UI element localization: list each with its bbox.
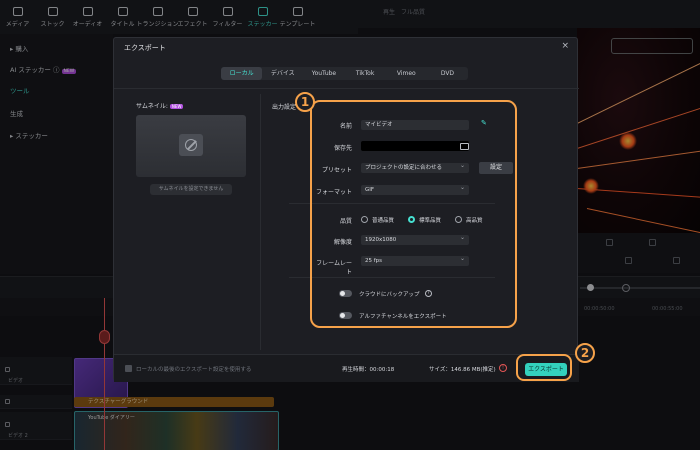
- set-thumbnail-button[interactable]: サムネイルを設定できません: [150, 184, 232, 195]
- tab-2[interactable]: YouTube: [303, 67, 344, 80]
- export-tabs: ローカル デバイス YouTube TikTok Vimeo DVD: [221, 67, 468, 80]
- annotation-highlight-1: [310, 100, 517, 328]
- use-last-settings-checkbox[interactable]: [125, 365, 132, 372]
- tab-5[interactable]: DVD: [427, 67, 468, 80]
- tab-1[interactable]: デバイス: [262, 67, 303, 80]
- annotation-marker-2: 2: [575, 343, 595, 363]
- use-last-settings-label: ローカルの最後のエクスポート設定を使用する: [136, 367, 252, 373]
- new-badge: NEW: [169, 104, 184, 109]
- annotation-marker-1: 1: [295, 92, 315, 112]
- thumbnail-preview: [136, 115, 246, 177]
- disabled-icon: [179, 134, 203, 156]
- warning-icon[interactable]: !: [499, 364, 507, 372]
- output-settings-label: 出力設定: [272, 104, 297, 111]
- dialog-footer: ローカルの最後のエクスポート設定を使用する 再生時間：00:00:18 サイズ：…: [114, 354, 579, 382]
- thumbnail-label: サムネイル: NEW: [136, 101, 184, 110]
- divider: [260, 94, 261, 350]
- tab-3[interactable]: TikTok: [345, 67, 386, 80]
- duration-text: 再生時間：00:00:18: [342, 367, 395, 373]
- dialog-title: エクスポート: [124, 44, 166, 52]
- export-dialog: エクスポート × ローカル デバイス YouTube TikTok Vimeo DVD サ…: [113, 37, 579, 382]
- annotation-highlight-2: [516, 354, 572, 381]
- tab-0[interactable]: ローカル: [221, 67, 263, 80]
- tab-4[interactable]: Vimeo: [386, 67, 427, 80]
- estimated-size-text: サイズ：146.86 MB(推定): [429, 367, 496, 373]
- colon: :: [165, 103, 168, 110]
- thumbnail-label-text: サムネイル: [136, 103, 166, 110]
- close-icon[interactable]: ×: [561, 41, 569, 51]
- divider: [114, 88, 579, 89]
